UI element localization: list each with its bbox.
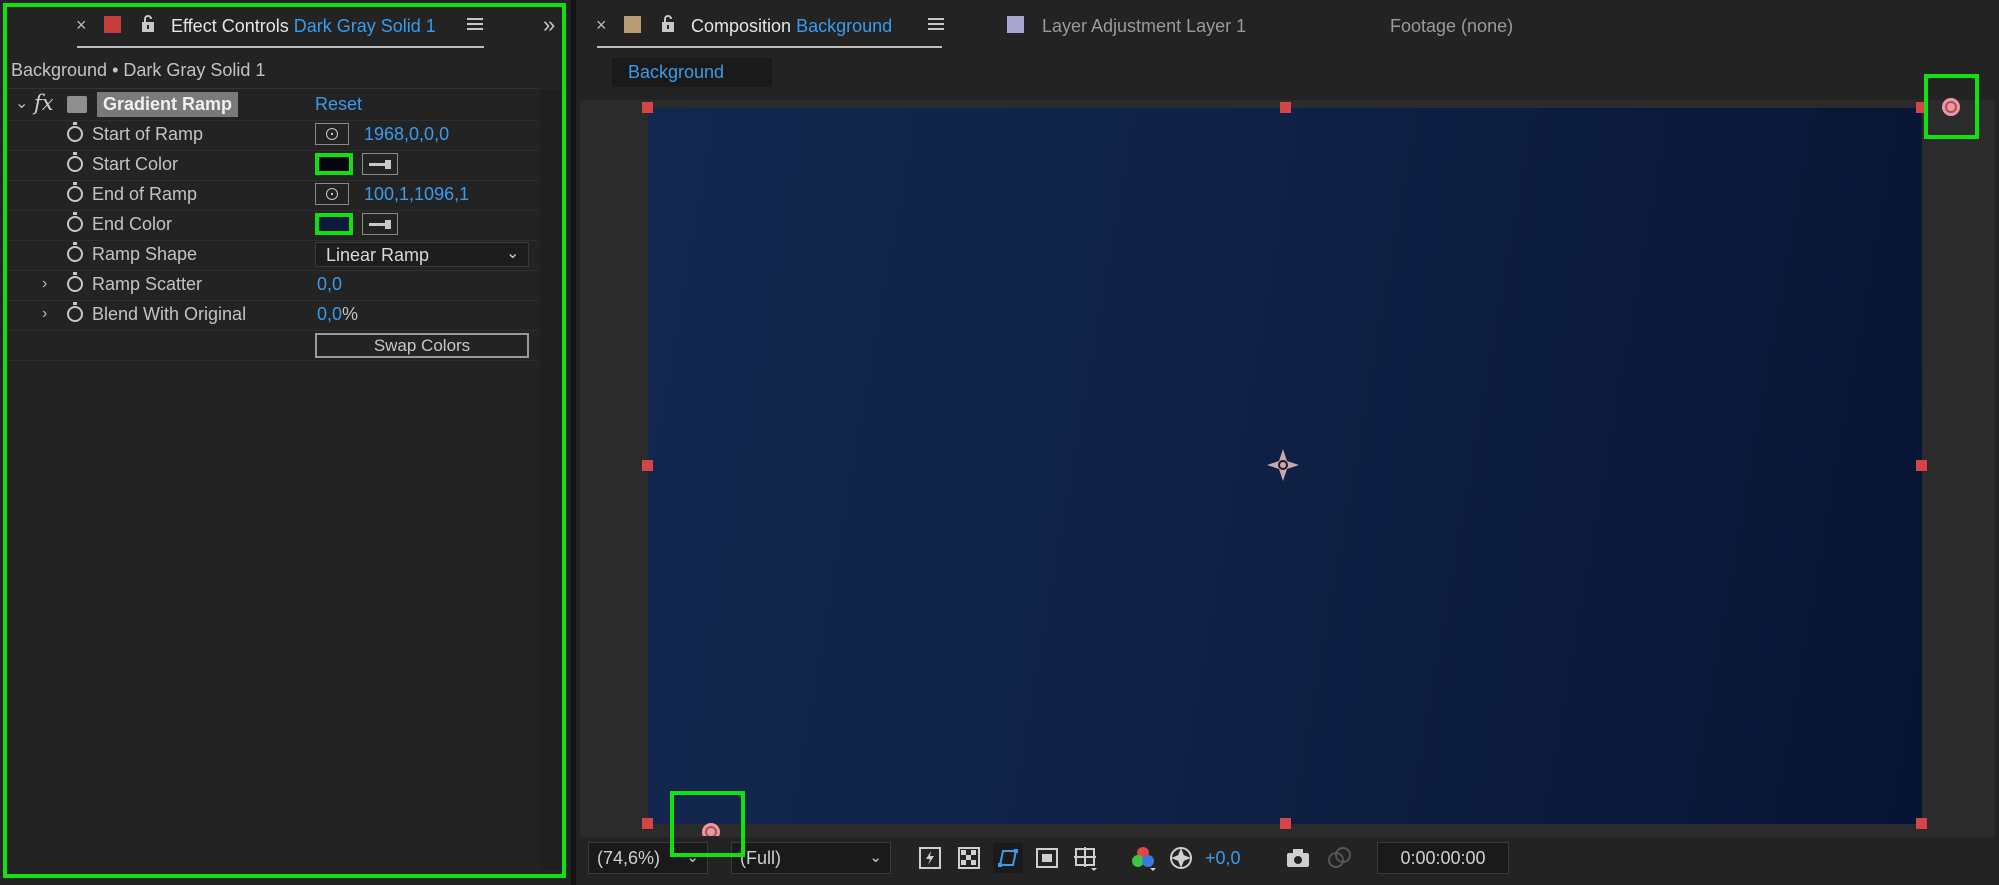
- prop-label: End of Ramp: [92, 184, 198, 204]
- layer-color-swatch: [1007, 16, 1024, 33]
- ramp-scatter-value[interactable]: 0,0: [317, 274, 342, 295]
- exposure-icon[interactable]: [1168, 845, 1194, 871]
- layer-handle[interactable]: [1280, 818, 1291, 829]
- stopwatch-icon[interactable]: [67, 272, 83, 292]
- panel-divider: [571, 0, 576, 885]
- point-target-icon[interactable]: [315, 123, 349, 145]
- tab-label: Composition: [691, 16, 792, 36]
- active-tab-underline: [597, 46, 942, 48]
- prop-row-end-of-ramp: End of Ramp 100,1,1096,1: [6, 180, 538, 211]
- tab-comp-name: Background: [796, 16, 893, 36]
- point-target-icon[interactable]: [315, 183, 349, 205]
- start-color-swatch[interactable]: [315, 153, 353, 175]
- layer-color-swatch: [104, 16, 121, 33]
- resolution-dropdown[interactable]: (Full) ⌄: [731, 842, 891, 874]
- end-color-swatch[interactable]: [315, 213, 353, 235]
- comp-color-swatch: [624, 16, 641, 33]
- eyedropper-icon[interactable]: [362, 213, 398, 235]
- comp-navigator-chip[interactable]: Background: [612, 58, 772, 87]
- chevron-down-icon: ⌄: [869, 849, 882, 866]
- start-marker-highlight: [1924, 74, 1979, 139]
- chevron-down-icon: ⌄: [506, 245, 520, 262]
- prop-label: End Color: [92, 214, 173, 234]
- stopwatch-icon[interactable]: [67, 182, 83, 202]
- layer-handle[interactable]: [642, 818, 653, 829]
- swap-colors-button[interactable]: Swap Colors: [315, 333, 529, 358]
- stopwatch-icon[interactable]: [67, 302, 83, 322]
- layer-handle[interactable]: [642, 460, 653, 471]
- chevron-right-icon[interactable]: ›: [42, 305, 47, 323]
- breadcrumb: Background • Dark Gray Solid 1: [11, 60, 266, 80]
- prop-row-swap: Swap Colors: [6, 330, 538, 361]
- zoom-value: (74,6%): [597, 848, 661, 868]
- lock-icon[interactable]: [140, 14, 156, 34]
- stopwatch-icon[interactable]: [67, 242, 83, 262]
- panel-menu-icon[interactable]: [467, 16, 483, 37]
- dropdown-value: Linear Ramp: [326, 245, 430, 265]
- prop-label: Ramp Shape: [92, 244, 198, 264]
- timecode-field[interactable]: 0:00:00:00: [1377, 842, 1509, 874]
- effect-header-row: ⌄ fx Gradient Ramp Reset: [6, 90, 538, 121]
- mask-path-icon[interactable]: [993, 843, 1023, 873]
- anchor-point-icon[interactable]: [1266, 448, 1300, 482]
- prop-row-end-color: End Color: [6, 210, 538, 241]
- prop-row-ramp-shape: Ramp Shape Linear Ramp ⌄: [6, 240, 538, 271]
- divider: [6, 88, 538, 89]
- reset-link[interactable]: Reset: [315, 94, 362, 115]
- prop-row-start-color: Start Color: [6, 150, 538, 181]
- chevron-down-icon[interactable]: ⌄: [15, 93, 28, 113]
- prop-row-blend: › Blend With Original 0,0%: [6, 300, 538, 331]
- tab-layer-name: Dark Gray Solid 1: [293, 16, 436, 36]
- blend-value[interactable]: 0,0%: [317, 304, 358, 325]
- comp-chip-label: Background: [628, 62, 725, 82]
- tab-label: Effect Controls: [171, 16, 289, 36]
- snapshot-camera-icon[interactable]: [1285, 845, 1311, 871]
- prop-label: Start Color: [92, 154, 179, 174]
- blend-unit: %: [342, 304, 359, 324]
- end-marker-highlight: [670, 791, 745, 857]
- scrollbar[interactable]: [540, 90, 562, 870]
- close-tab-icon[interactable]: ×: [596, 15, 607, 36]
- prop-label: Ramp Scatter: [92, 274, 203, 294]
- region-of-interest-icon[interactable]: [1034, 845, 1060, 871]
- effect-controls-tab[interactable]: Effect Controls Dark Gray Solid 1: [171, 16, 436, 37]
- composition-tab[interactable]: Composition Background: [691, 16, 892, 37]
- start-of-ramp-value[interactable]: 1968,0,0,0: [364, 124, 449, 145]
- prop-row-start-of-ramp: Start of Ramp 1968,0,0,0: [6, 120, 538, 151]
- eyedropper-icon[interactable]: [362, 153, 398, 175]
- grid-guides-icon[interactable]: [1073, 845, 1099, 871]
- prop-row-ramp-scatter: › Ramp Scatter 0,0: [6, 270, 538, 301]
- show-snapshot-icon[interactable]: [1326, 845, 1352, 871]
- prop-label: Start of Ramp: [92, 124, 204, 144]
- exposure-value[interactable]: +0,0: [1205, 848, 1241, 869]
- layer-tab[interactable]: Layer Adjustment Layer 1: [1042, 16, 1246, 37]
- chevron-right-icon[interactable]: ›: [42, 275, 47, 293]
- prop-label: Blend With Original: [92, 304, 247, 324]
- effect-preset-icon: [67, 96, 87, 113]
- layer-handle[interactable]: [642, 102, 653, 113]
- layer-handle[interactable]: [1916, 818, 1927, 829]
- ramp-shape-dropdown[interactable]: Linear Ramp ⌄: [315, 242, 529, 267]
- panel-menu-icon[interactable]: [928, 16, 944, 37]
- effect-name[interactable]: Gradient Ramp: [97, 92, 239, 117]
- expand-panels-icon[interactable]: »: [543, 12, 555, 38]
- transparency-grid-icon[interactable]: [956, 845, 982, 871]
- blend-number: 0,0: [317, 304, 343, 324]
- fast-previews-icon[interactable]: [917, 845, 943, 871]
- channels-icon[interactable]: [1130, 845, 1156, 871]
- lock-icon[interactable]: [660, 14, 676, 34]
- layer-handle[interactable]: [1280, 102, 1291, 113]
- footage-tab[interactable]: Footage (none): [1390, 16, 1513, 37]
- close-tab-icon[interactable]: ×: [76, 15, 87, 36]
- fx-icon[interactable]: fx: [34, 91, 54, 115]
- stopwatch-icon[interactable]: [67, 212, 83, 232]
- stopwatch-icon[interactable]: [67, 122, 83, 142]
- end-of-ramp-value[interactable]: 100,1,1096,1: [364, 184, 469, 205]
- layer-handle[interactable]: [1916, 460, 1927, 471]
- active-tab-underline: [77, 46, 484, 48]
- stopwatch-icon[interactable]: [67, 152, 83, 172]
- resolution-value: (Full): [740, 848, 781, 868]
